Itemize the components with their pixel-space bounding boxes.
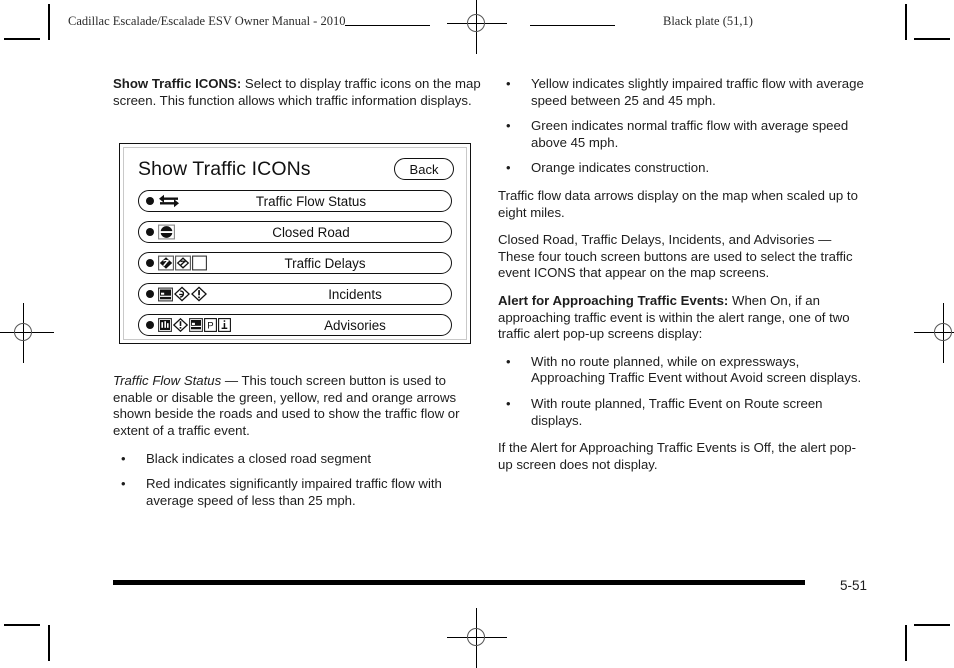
- plate-label: Black plate (51,1): [663, 14, 753, 28]
- list-item: • Black indicates a closed road segment: [113, 451, 485, 468]
- row-label: Closed Road: [272, 224, 350, 240]
- row-label: Traffic Delays: [284, 255, 366, 271]
- list-item: • With route planned, Traffic Event on R…: [498, 396, 870, 429]
- left-bullet-list: • Black indicates a closed road segment …: [113, 451, 485, 510]
- right-column: • Yellow indicates slightly impaired tra…: [498, 76, 870, 484]
- list-item: • Red indicates significantly impaired t…: [113, 476, 485, 509]
- list-item-text: With no route planned, while on expressw…: [531, 353, 862, 386]
- show-traffic-icons-paragraph: Show Traffic ICONS: Select to display tr…: [113, 76, 485, 109]
- page-number: 5-51: [840, 578, 868, 593]
- list-item-text: With route planned, Traffic Event on Rou…: [531, 395, 823, 428]
- screen-inner-frame: Show Traffic ICONs Back Traffic Flow Sta…: [123, 147, 467, 340]
- list-item-text: Black indicates a closed road segment: [146, 450, 372, 466]
- header-rule-left: [345, 25, 430, 26]
- list-item-text: Red indicates significantly impaired tra…: [146, 476, 442, 508]
- traffic-flow-status-paragraph: Traffic Flow Status — This touch screen …: [113, 373, 485, 439]
- row-traffic-flow-status[interactable]: Traffic Flow Status: [138, 190, 452, 212]
- row-label: Traffic Flow Status: [255, 193, 367, 209]
- traffic-flow-status-term: Traffic Flow Status: [113, 373, 222, 389]
- list-item: • With no route planned, while on expres…: [498, 354, 870, 387]
- show-traffic-icons-screen-figure: Show Traffic ICONs Back Traffic Flow Sta…: [119, 143, 471, 344]
- registration-mark-bottom: [447, 608, 507, 668]
- crop-mark-bl-v: [48, 625, 50, 661]
- bullet-icon: •: [506, 76, 511, 91]
- crop-mark-br-h: [914, 624, 950, 626]
- registration-mark-left: [0, 303, 54, 363]
- crop-mark-tl-h: [4, 38, 40, 40]
- list-item: • Green indicates normal traffic flow wi…: [498, 118, 870, 151]
- row-traffic-delays[interactable]: Traffic Delays: [138, 252, 452, 274]
- alert-off-paragraph: If the Alert for Approaching Traffic Eve…: [498, 440, 856, 472]
- bullet-icon: •: [121, 476, 126, 492]
- right-bullet-list-bottom: • With no route planned, while on expres…: [498, 354, 870, 429]
- list-item-text: Orange indicates construction.: [531, 160, 710, 176]
- screen-title: Show Traffic ICONs: [138, 158, 311, 180]
- list-item-text: Yellow indicates slightly impaired traff…: [531, 76, 864, 108]
- traffic-arrows-paragraph: Traffic flow data arrows display on the …: [498, 187, 858, 220]
- list-item-text: Green indicates normal traffic flow with…: [531, 118, 849, 150]
- row-incidents[interactable]: Incidents: [138, 283, 452, 305]
- row-advisories[interactable]: P Advisories: [138, 314, 452, 336]
- traffic-icon-row-list: Traffic Flow Status Closed Road Traffic …: [138, 190, 452, 336]
- crop-mark-bl-h: [4, 624, 40, 626]
- bullet-icon: •: [506, 353, 511, 369]
- registration-mark-right: [914, 303, 954, 363]
- back-button[interactable]: Back: [394, 158, 454, 180]
- row-label: Advisories: [324, 317, 386, 333]
- header-rule-right: [530, 25, 615, 26]
- list-item: • Yellow indicates slightly impaired tra…: [498, 76, 870, 109]
- crop-mark-tr-h: [914, 38, 950, 40]
- crop-mark-br-v: [905, 625, 907, 661]
- bullet-icon: •: [506, 395, 511, 411]
- row-label: Incidents: [328, 286, 382, 302]
- list-item: • Orange indicates construction.: [498, 160, 870, 177]
- bullet-icon: •: [121, 450, 126, 466]
- right-bullet-list-top: • Yellow indicates slightly impaired tra…: [498, 76, 870, 177]
- touch-screen-buttons-paragraph: Closed Road, Traffic Delays, Incidents, …: [498, 232, 853, 281]
- manual-title: Cadillac Escalade/Escalade ESV Owner Man…: [68, 14, 346, 28]
- alert-term: Alert for Approaching Traffic Events:: [498, 292, 729, 308]
- alert-for-approaching-paragraph: Alert for Approaching Traffic Events: Wh…: [498, 293, 870, 343]
- bullet-icon: •: [506, 160, 511, 176]
- page-header: Cadillac Escalade/Escalade ESV Owner Man…: [0, 14, 954, 36]
- row-closed-road[interactable]: Closed Road: [138, 221, 452, 243]
- back-button-label: Back: [409, 161, 439, 177]
- show-traffic-icons-term: Show Traffic ICONS:: [113, 76, 242, 91]
- footer-rule: [113, 580, 805, 585]
- bullet-icon: •: [506, 118, 511, 134]
